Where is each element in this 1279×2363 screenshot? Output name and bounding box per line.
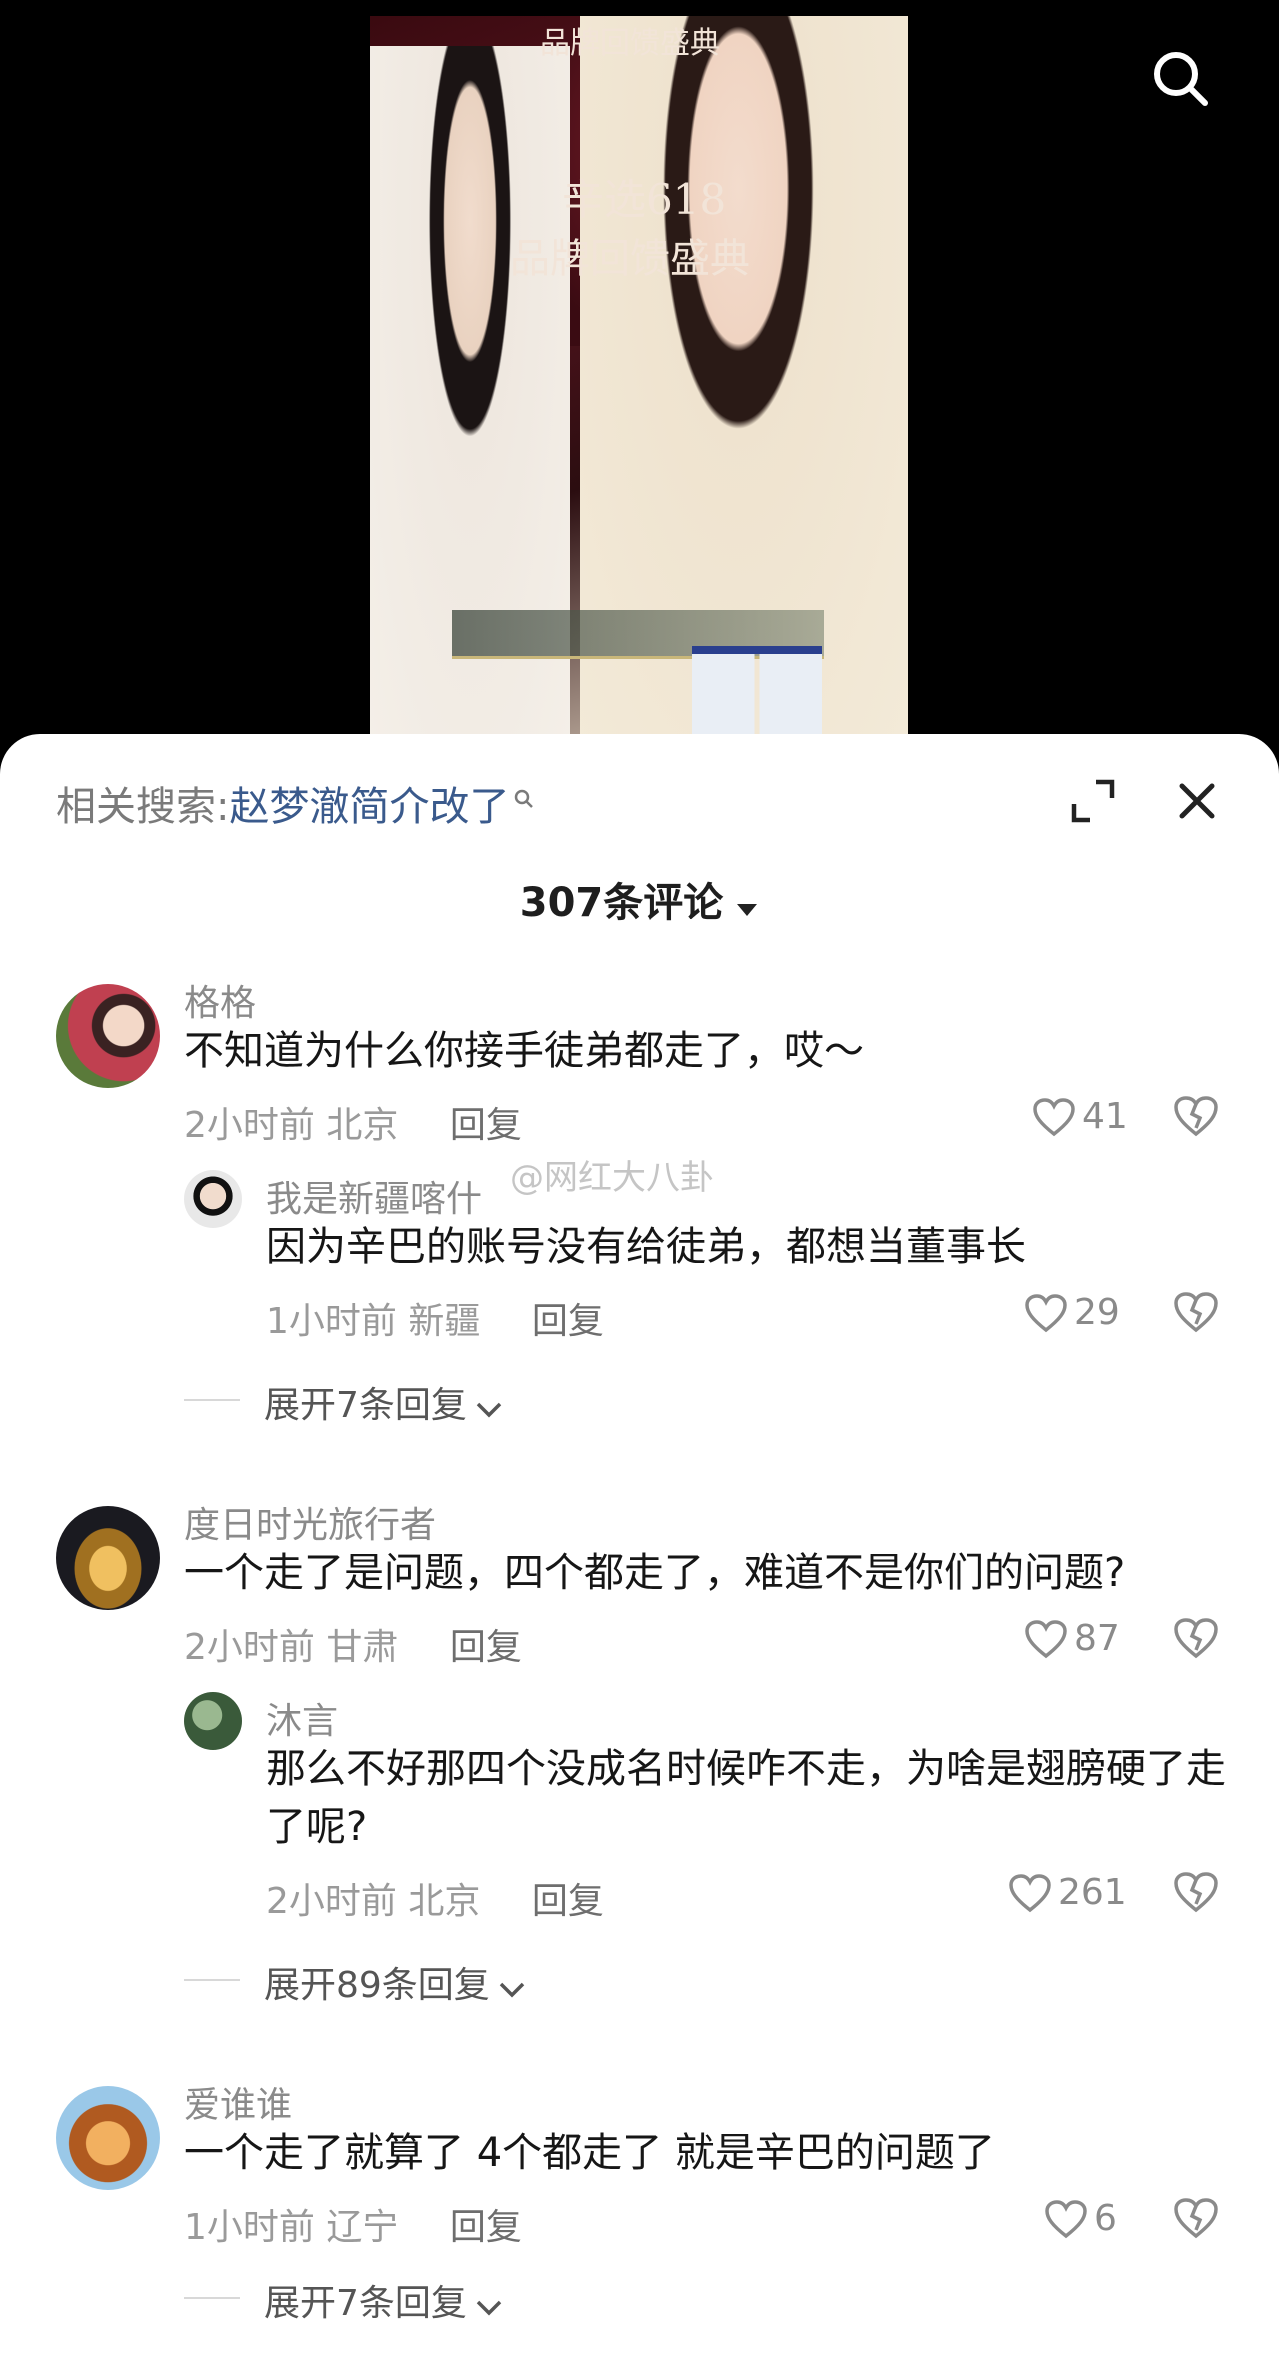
- divider: [184, 1399, 240, 1401]
- broken-heart-icon[interactable]: [1172, 1870, 1220, 1918]
- expand-replies-label: 展开7条回复: [264, 1385, 467, 1426]
- reply-text: 因为辛巴的账号没有给徒弟，都想当董事长: [266, 1224, 1026, 1270]
- small-search-icon: [513, 774, 535, 820]
- close-icon[interactable]: [1172, 776, 1222, 826]
- like-button[interactable]: 261: [1008, 1872, 1127, 1913]
- video-area: 品牌回馈盛典 辛选618 品牌回馈盛典: [0, 0, 1279, 780]
- comment-text: 一个走了是问题，四个都走了，难道不是你们的问题?: [184, 1550, 1126, 1596]
- poster-title-top: 品牌回馈盛典: [540, 26, 720, 61]
- comment-location: 辽宁: [326, 2207, 399, 2248]
- like-button[interactable]: 41: [1032, 1096, 1128, 1137]
- like-count: 6: [1094, 2198, 1117, 2239]
- reply-button[interactable]: 回复: [450, 1105, 522, 1146]
- comment-meta: 1小时前 辽宁 回复: [184, 2198, 522, 2250]
- reply-button[interactable]: 回复: [450, 2207, 522, 2248]
- reply-button[interactable]: 回复: [532, 1301, 604, 1342]
- related-search-label: 相关搜索:: [56, 784, 230, 830]
- comment-location: 甘肃: [326, 1627, 399, 1668]
- divider: [184, 1979, 240, 1981]
- product-bottles: [692, 646, 822, 736]
- broken-heart-icon[interactable]: [1172, 1094, 1220, 1142]
- avatar[interactable]: [184, 1170, 242, 1228]
- chevron-down-icon: [498, 1967, 526, 2008]
- reply-location: 北京: [408, 1881, 481, 1922]
- comment-count-sort[interactable]: 307条评论: [0, 870, 1279, 928]
- divider: [184, 2297, 240, 2299]
- weibo-watermark: @网红大八卦: [510, 1158, 714, 1198]
- avatar[interactable]: [56, 1506, 160, 1610]
- comment-text: 不知道为什么你接手徒弟都走了，哎～: [184, 1028, 864, 1074]
- avatar[interactable]: [184, 1692, 242, 1750]
- like-button[interactable]: 29: [1024, 1292, 1120, 1333]
- poster-title-main: 辛选618: [562, 175, 727, 224]
- comment-sheet: 相关搜索:赵梦澈简介改了 307条评论 格格 不知道为什么你接手徒弟都走了，哎～…: [0, 734, 1279, 2363]
- heart-icon: [1045, 2199, 1087, 2238]
- like-button[interactable]: 6: [1044, 2198, 1117, 2239]
- heart-icon: [1009, 1873, 1051, 1912]
- caret-down-icon: [735, 882, 759, 928]
- expand-replies-button[interactable]: 展开7条回复: [264, 1376, 503, 1428]
- like-button[interactable]: 87: [1024, 1618, 1120, 1659]
- search-icon[interactable]: [1150, 48, 1210, 108]
- like-count: 87: [1074, 1618, 1120, 1659]
- reply-location: 新疆: [408, 1301, 481, 1342]
- reply-button[interactable]: 回复: [532, 1881, 604, 1922]
- comment-username[interactable]: 格格: [184, 974, 256, 1026]
- comment-meta: 2小时前 甘肃 回复: [184, 1618, 522, 1670]
- comment-text: 一个走了就算了 4个都走了 就是辛巴的问题了: [184, 2130, 995, 2176]
- like-count: 41: [1082, 1096, 1128, 1137]
- reply-meta: 2小时前 北京 回复: [266, 1872, 604, 1924]
- like-count: 261: [1058, 1872, 1127, 1913]
- expand-replies-label: 展开7条回复: [264, 2283, 467, 2324]
- comment-time: 2小时前: [184, 1105, 315, 1146]
- fullscreen-expand-icon[interactable]: [1068, 776, 1118, 826]
- avatar[interactable]: [56, 2086, 160, 2190]
- broken-heart-icon[interactable]: [1172, 2196, 1220, 2244]
- comment-time: 2小时前: [184, 1627, 315, 1668]
- expand-replies-button[interactable]: 展开89条回复: [264, 1956, 526, 2008]
- poster-title-sub: 品牌回馈盛典: [510, 236, 750, 282]
- reply-time: 1小时前: [266, 1301, 397, 1342]
- comment-location: 北京: [326, 1105, 399, 1146]
- comment-meta: 2小时前 北京 回复: [184, 1096, 522, 1148]
- comment-username[interactable]: 爱谁谁: [184, 2076, 292, 2128]
- chevron-down-icon: [475, 1387, 503, 1428]
- avatar[interactable]: [56, 984, 160, 1088]
- reply-text: 那么不好那四个没成名时候咋不走，为啥是翅膀硬了走了呢?: [266, 1746, 1226, 1850]
- reply-button[interactable]: 回复: [450, 1627, 522, 1668]
- expand-replies-label: 展开89条回复: [264, 1965, 490, 2006]
- broken-heart-icon[interactable]: [1172, 1616, 1220, 1664]
- reply-username[interactable]: 沐言: [266, 1692, 338, 1744]
- video-player[interactable]: 品牌回馈盛典 辛选618 品牌回馈盛典: [370, 16, 908, 736]
- broken-heart-icon[interactable]: [1172, 1290, 1220, 1338]
- expand-replies-button[interactable]: 展开7条回复: [264, 2274, 503, 2326]
- heart-icon: [1025, 1293, 1067, 1332]
- comment-time: 1小时前: [184, 2207, 315, 2248]
- reply-username[interactable]: 我是新疆喀什: [266, 1170, 482, 1222]
- comment-count-label: 307条评论: [519, 880, 724, 926]
- reply-time: 2小时前: [266, 1881, 397, 1922]
- related-search-query[interactable]: 赵梦澈简介改了: [229, 784, 509, 830]
- related-search[interactable]: 相关搜索:赵梦澈简介改了: [56, 774, 535, 832]
- heart-icon: [1033, 1097, 1075, 1136]
- heart-icon: [1025, 1619, 1067, 1658]
- reply-meta: 1小时前 新疆 回复: [266, 1292, 604, 1344]
- comment-username[interactable]: 度日时光旅行者: [184, 1496, 436, 1548]
- like-count: 29: [1074, 1292, 1120, 1333]
- chevron-down-icon: [475, 2285, 503, 2326]
